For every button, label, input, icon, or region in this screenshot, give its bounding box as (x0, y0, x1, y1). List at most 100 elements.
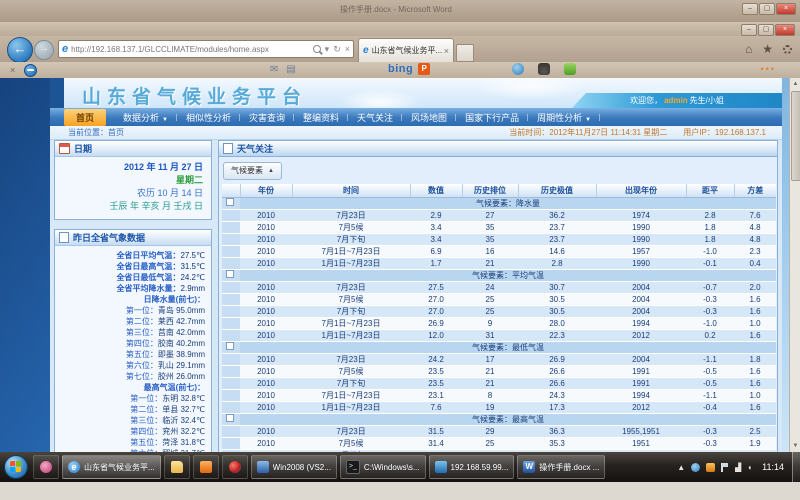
rank-item[interactable]: 第四位：兖州 32.2℃ (57, 426, 205, 437)
pinyin-badge-icon[interactable]: P (418, 63, 430, 75)
column-header[interactable]: 数值 (410, 184, 462, 198)
ie-close-button[interactable]: × (775, 24, 795, 36)
group-header-row[interactable]: 气候要素：降水量 (222, 197, 776, 209)
group-checkbox[interactable] (226, 342, 234, 350)
taskbar-task-cmd[interactable]: >_C:\Windows\s... (340, 455, 426, 479)
climate-element-filter-button[interactable]: 气候要素 ▲ (223, 162, 282, 180)
stop-icon[interactable]: × (345, 44, 350, 54)
nav-item[interactable]: 国家下行产品 (456, 111, 528, 124)
taskbar-task-folder[interactable] (164, 455, 190, 479)
tray-app-icon[interactable] (691, 463, 700, 472)
rank-item[interactable]: 第五位：菏泽 31.8℃ (57, 437, 205, 448)
rank-item[interactable]: 第四位：胶南 40.2mm (57, 338, 205, 349)
table-row[interactable]: 20101月1日~7月23日12.03122.320120.21.6 (222, 329, 776, 341)
paw-addon-icon[interactable] (538, 63, 550, 75)
table-row[interactable]: 20101月1日~7月23日1.7212.81990-0.10.4 (222, 257, 776, 269)
word-minimize-button[interactable]: – (742, 3, 758, 15)
group-checkbox[interactable] (226, 198, 234, 206)
back-button[interactable]: ← (7, 37, 33, 63)
table-row[interactable]: 20107月23日27.52430.72004-0.72.0 (222, 281, 776, 293)
rank-item[interactable]: 第七位：胶州 26.0mm (57, 371, 205, 382)
search-icon[interactable] (313, 45, 321, 53)
address-bar[interactable]: e http://192.168.137.1/GLCCLIMATE/module… (58, 40, 354, 58)
table-row[interactable]: 20107月1日~7月23日23.1824.31994-1.11.0 (222, 389, 776, 401)
column-header[interactable]: 时间 (292, 184, 410, 198)
addon-logo-icon[interactable] (24, 64, 37, 77)
print-icon[interactable]: ▤ (286, 64, 295, 75)
scroll-down-icon[interactable]: ▼ (790, 440, 800, 452)
bing-search-area[interactable]: bing P (388, 63, 430, 75)
volume-icon[interactable]: ◖ (747, 463, 752, 472)
table-row[interactable]: 20107月5候3.43523.719901.84.8 (222, 221, 776, 233)
show-desktop-button[interactable] (792, 452, 800, 482)
tools-gear-icon[interactable] (783, 45, 792, 54)
table-row[interactable]: 20107月下旬27.02530.52004-0.31.6 (222, 305, 776, 317)
search-dropdown-icon[interactable]: ▾ (325, 44, 330, 55)
table-row[interactable]: 20107月下旬23.52126.61991-0.51.6 (222, 377, 776, 389)
nav-item[interactable]: 数据分析▼ (114, 111, 177, 124)
nav-item[interactable]: 首页 (64, 109, 106, 126)
taskbar-clock[interactable]: 11:14 (762, 462, 784, 472)
column-header[interactable]: 历史排位 (462, 184, 518, 198)
scroll-up-icon[interactable]: ▲ (790, 78, 800, 90)
nav-item[interactable]: 整编资料 (294, 111, 348, 124)
column-header[interactable]: 历史极值 (518, 184, 596, 198)
group-header-row[interactable]: 气候要素：最高气温 (222, 413, 776, 425)
table-row[interactable]: 20107月下旬3.43523.719901.84.8 (222, 233, 776, 245)
rank-item[interactable]: 第五位：即墨 38.9mm (57, 349, 205, 360)
table-row[interactable]: 20107月1日~7月23日6.91614.61957-1.02.3 (222, 245, 776, 257)
nav-item[interactable]: 灾害查询 (240, 111, 294, 124)
rank-item[interactable]: 第六位：乳山 29.1mm (57, 360, 205, 371)
new-tab-button[interactable] (456, 44, 474, 62)
favorites-star-icon[interactable]: ★ (762, 42, 773, 56)
start-button[interactable] (4, 455, 28, 479)
rank-item[interactable]: 第一位：青岛 95.0mm (57, 305, 205, 316)
taskbar-task-word[interactable]: W操作手册.docx ... (517, 455, 605, 479)
action-center-flag-icon[interactable] (721, 463, 729, 472)
rank-item[interactable]: 第二位：单县 32.7℃ (57, 404, 205, 415)
refresh-icon[interactable]: ↻ (333, 44, 341, 55)
forward-button[interactable]: → (34, 40, 54, 60)
show-hidden-icons[interactable]: ▲ (677, 463, 685, 472)
browser-tab[interactable]: e 山东省气候业务平... × (358, 38, 454, 62)
plugin-addon-icon[interactable] (564, 63, 576, 75)
column-header[interactable]: 出现年份 (596, 184, 686, 198)
table-row[interactable]: 20107月1日~7月23日26.9928.01994-1.01.0 (222, 317, 776, 329)
scrollbar-thumb[interactable] (791, 91, 800, 181)
url-text[interactable]: http://192.168.137.1/GLCCLIMATE/modules/… (71, 45, 309, 54)
nav-item[interactable]: 风场地图 (402, 111, 456, 124)
tab-close-icon[interactable]: × (444, 46, 449, 56)
home-icon[interactable]: ⌂ (745, 42, 752, 56)
table-row[interactable]: 20107月23日2.92736.219742.87.6 (222, 209, 776, 221)
taskbar-task-orange[interactable] (193, 455, 219, 479)
group-header-row[interactable]: 气候要素：最低气温 (222, 341, 776, 353)
rank-item[interactable]: 第一位：东明 32.8℃ (57, 393, 205, 404)
ie-restore-button[interactable]: ▢ (758, 24, 774, 36)
ie-minimize-button[interactable]: – (741, 24, 757, 36)
word-restore-button[interactable]: ▢ (759, 3, 775, 15)
nav-item[interactable]: 相似性分析 (177, 111, 240, 124)
network-icon[interactable]: ▟ (735, 463, 741, 472)
rank-item[interactable]: 第三位：莒南 42.0mm (57, 327, 205, 338)
table-row[interactable]: 20107月23日24.21726.92004-1.11.8 (222, 353, 776, 365)
table-row[interactable]: 20107月5候23.52126.61991-0.51.6 (222, 365, 776, 377)
taskbar-task-ie[interactable]: e山东省气候业务平... (62, 455, 161, 479)
word-close-button[interactable]: × (776, 3, 796, 15)
table-row[interactable]: 20107月5候27.02530.52004-0.31.6 (222, 293, 776, 305)
group-checkbox[interactable] (226, 414, 234, 422)
rank-item[interactable]: 第二位：莱西 42.7mm (57, 316, 205, 327)
table-row[interactable]: 20107月23日31.52936.31955,1951-0.32.5 (222, 425, 776, 437)
taskbar-task-rdp[interactable]: 192.168.59.99... (429, 455, 515, 479)
camera-addon-icon[interactable] (512, 63, 524, 75)
mail-icon[interactable]: ✉ (270, 64, 278, 75)
column-header[interactable]: 方差 (734, 184, 776, 198)
group-checkbox[interactable] (226, 270, 234, 278)
pinned-app-icon[interactable] (33, 455, 59, 479)
vertical-scrollbar[interactable]: ▲ ▼ (789, 78, 800, 452)
nav-item[interactable]: 周期性分析▼ (528, 111, 600, 124)
group-header-row[interactable]: 气候要素：平均气温 (222, 269, 776, 281)
rank-item[interactable]: 第三位：临沂 32.4℃ (57, 415, 205, 426)
nav-item[interactable]: 天气关注 (348, 111, 402, 124)
taskbar-task-vm[interactable]: Win2008 (VS2... (251, 455, 337, 479)
toolbar-close-icon[interactable]: × (10, 65, 15, 75)
